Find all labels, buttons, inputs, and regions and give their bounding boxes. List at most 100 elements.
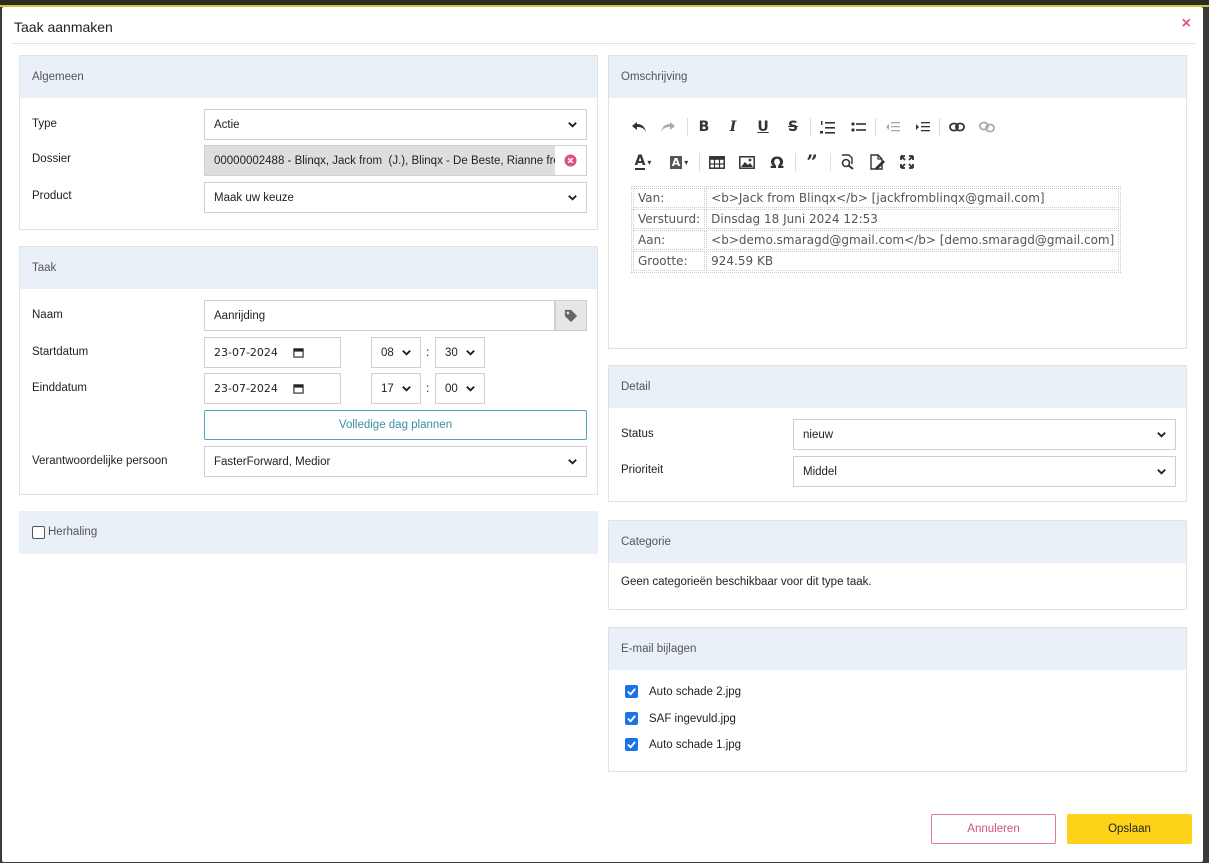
fullscreen-icon[interactable]: [898, 153, 916, 171]
link-icon[interactable]: [948, 118, 966, 136]
toolbar-separator: [699, 153, 700, 171]
herhaling-label[interactable]: Herhaling: [48, 526, 97, 538]
product-label: Product: [32, 190, 72, 202]
panel-bijlagen-header: E-mail bijlagen: [609, 628, 1186, 670]
italic-icon[interactable]: I: [724, 118, 742, 136]
product-select[interactable]: Maak uw keuze: [204, 182, 587, 213]
blockquote-icon[interactable]: ”: [803, 150, 821, 174]
outdent-icon[interactable]: [883, 118, 901, 136]
dossier-clear-icon[interactable]: [555, 146, 586, 175]
dossier-value: 00000002488 - Blinqx, Jack from (J.), Bl…: [214, 154, 570, 167]
save-button[interactable]: Opslaan: [1067, 814, 1192, 844]
full-day-button[interactable]: Volledige dag plannen: [204, 410, 587, 440]
attachment-name[interactable]: Auto schade 2.jpg: [649, 686, 741, 698]
type-label: Type: [32, 118, 57, 130]
panel-detail-header: Detail: [609, 366, 1186, 408]
table-row: Grootte: 924.59 KB: [633, 251, 1120, 271]
panel-herhaling: Herhaling: [19, 511, 598, 554]
chevron-down-icon: [465, 347, 476, 361]
type-select-value: Actie: [214, 118, 240, 131]
naam-label: Naam: [32, 309, 63, 321]
find-replace-icon[interactable]: [838, 153, 856, 171]
header-value: 924.59 KB: [706, 251, 1120, 271]
naam-value: Aanrijding: [214, 309, 266, 322]
underline-icon[interactable]: U: [754, 118, 772, 136]
eind-minute-select[interactable]: 00: [435, 373, 485, 404]
redo-icon[interactable]: [659, 118, 677, 136]
attachment-name[interactable]: SAF ingevuld.jpg: [649, 713, 736, 725]
table-row: Aan: <b>demo.smaragd@gmail.com</b> [demo.…: [633, 230, 1120, 250]
startdatum-input[interactable]: 23-07-2024: [204, 337, 341, 368]
panel-omschrijving-header: Omschrijving: [609, 56, 1186, 98]
panel-categorie: Categorie Geen categorieën beschikbaar v…: [608, 520, 1187, 610]
chevron-down-icon: [1156, 429, 1167, 443]
ordered-list-icon[interactable]: [818, 118, 836, 136]
status-select[interactable]: nieuw: [793, 419, 1176, 450]
table-row: Van: <b>Jack from Blinqx</b> [jackfrombli…: [633, 188, 1120, 208]
verantwoordelijke-label: Verantwoordelijke persoon: [32, 455, 168, 467]
einddatum-input[interactable]: 23-07-2024: [204, 373, 341, 404]
source-code-icon[interactable]: [868, 153, 886, 171]
product-select-value: Maak uw keuze: [214, 191, 294, 204]
startdatum-label: Startdatum: [32, 346, 89, 358]
status-label: Status: [621, 428, 654, 440]
attachment-checkbox[interactable]: [625, 712, 638, 725]
toolbar-separator: [795, 153, 796, 171]
start-minute-select[interactable]: 30: [435, 337, 485, 368]
toolbar-separator: [939, 118, 940, 136]
start-minute-value: 30: [445, 346, 458, 359]
bold-icon[interactable]: B: [695, 118, 713, 136]
editor-area[interactable]: B I U S A ▾ A ▾ Ω ” Van: <b>Jack from Bl…: [609, 98, 1186, 348]
chevron-down-icon: [401, 347, 412, 361]
dossier-label: Dossier: [32, 153, 71, 165]
cancel-button[interactable]: Annuleren: [931, 814, 1056, 844]
time-separator: :: [426, 381, 430, 395]
chevron-down-icon: [1156, 466, 1167, 480]
verantwoordelijke-select[interactable]: FasterForward, Medior: [204, 446, 587, 477]
table-icon[interactable]: [708, 153, 726, 171]
strikethrough-icon[interactable]: S: [784, 118, 802, 136]
toolbar-separator: [810, 118, 811, 136]
header-key: Van:: [633, 188, 706, 208]
table-row: Verstuurd: Dinsdag 18 Juni 2024 12:53: [633, 209, 1120, 229]
prioriteit-select[interactable]: Middel: [793, 456, 1176, 487]
eind-hour-select[interactable]: 17: [371, 373, 421, 404]
unlink-icon[interactable]: [978, 118, 996, 136]
header-value: <b>demo.smaragd@gmail.com</b> [demo.smar…: [706, 230, 1120, 250]
prioriteit-select-value: Middel: [803, 465, 837, 478]
toolbar-separator: [687, 118, 688, 136]
header-value: <b>Jack from Blinqx</b> [jackfromblinqx@…: [706, 188, 1120, 208]
dossier-field[interactable]: 00000002488 - Blinqx, Jack from (J.), Bl…: [204, 145, 587, 176]
attachment-checkbox[interactable]: [625, 685, 638, 698]
start-hour-select[interactable]: 08: [371, 337, 421, 368]
header-value: Dinsdag 18 Juni 2024 12:53: [706, 209, 1120, 229]
type-select[interactable]: Actie: [204, 109, 587, 140]
background-color-icon[interactable]: A ▾: [666, 153, 692, 171]
eind-minute-value: 00: [445, 382, 458, 395]
chevron-down-icon: [567, 456, 578, 470]
image-icon[interactable]: [738, 153, 756, 171]
close-icon[interactable]: ×: [1182, 15, 1191, 33]
calendar-icon[interactable]: [293, 383, 304, 397]
attachment-name[interactable]: Auto schade 1.jpg: [649, 739, 741, 751]
attachment-checkbox[interactable]: [625, 738, 638, 751]
panel-detail: Detail Status nieuw Prioriteit Middel: [608, 365, 1187, 502]
header-key: Grootte:: [633, 251, 706, 271]
panel-algemeen-header: Algemeen: [20, 56, 597, 98]
undo-icon[interactable]: [630, 118, 648, 136]
time-separator: :: [426, 345, 430, 359]
chevron-down-icon: [567, 119, 578, 133]
indent-icon[interactable]: [913, 118, 931, 136]
panel-omschrijving: Omschrijving B I U S A ▾ A ▾ Ω ” Van: <b…: [608, 55, 1187, 349]
herhaling-checkbox[interactable]: [32, 526, 45, 539]
special-character-icon[interactable]: Ω: [768, 153, 786, 172]
tag-icon[interactable]: [555, 300, 587, 331]
calendar-icon[interactable]: [293, 347, 304, 361]
naam-input[interactable]: Aanrijding: [204, 300, 555, 331]
header-key: Verstuurd:: [633, 209, 706, 229]
status-select-value: nieuw: [803, 428, 834, 441]
startdatum-value: 23-07-2024: [214, 346, 278, 359]
text-color-icon[interactable]: A ▾: [630, 153, 656, 171]
bullet-list-icon[interactable]: [849, 118, 867, 136]
toolbar-separator: [875, 118, 876, 136]
